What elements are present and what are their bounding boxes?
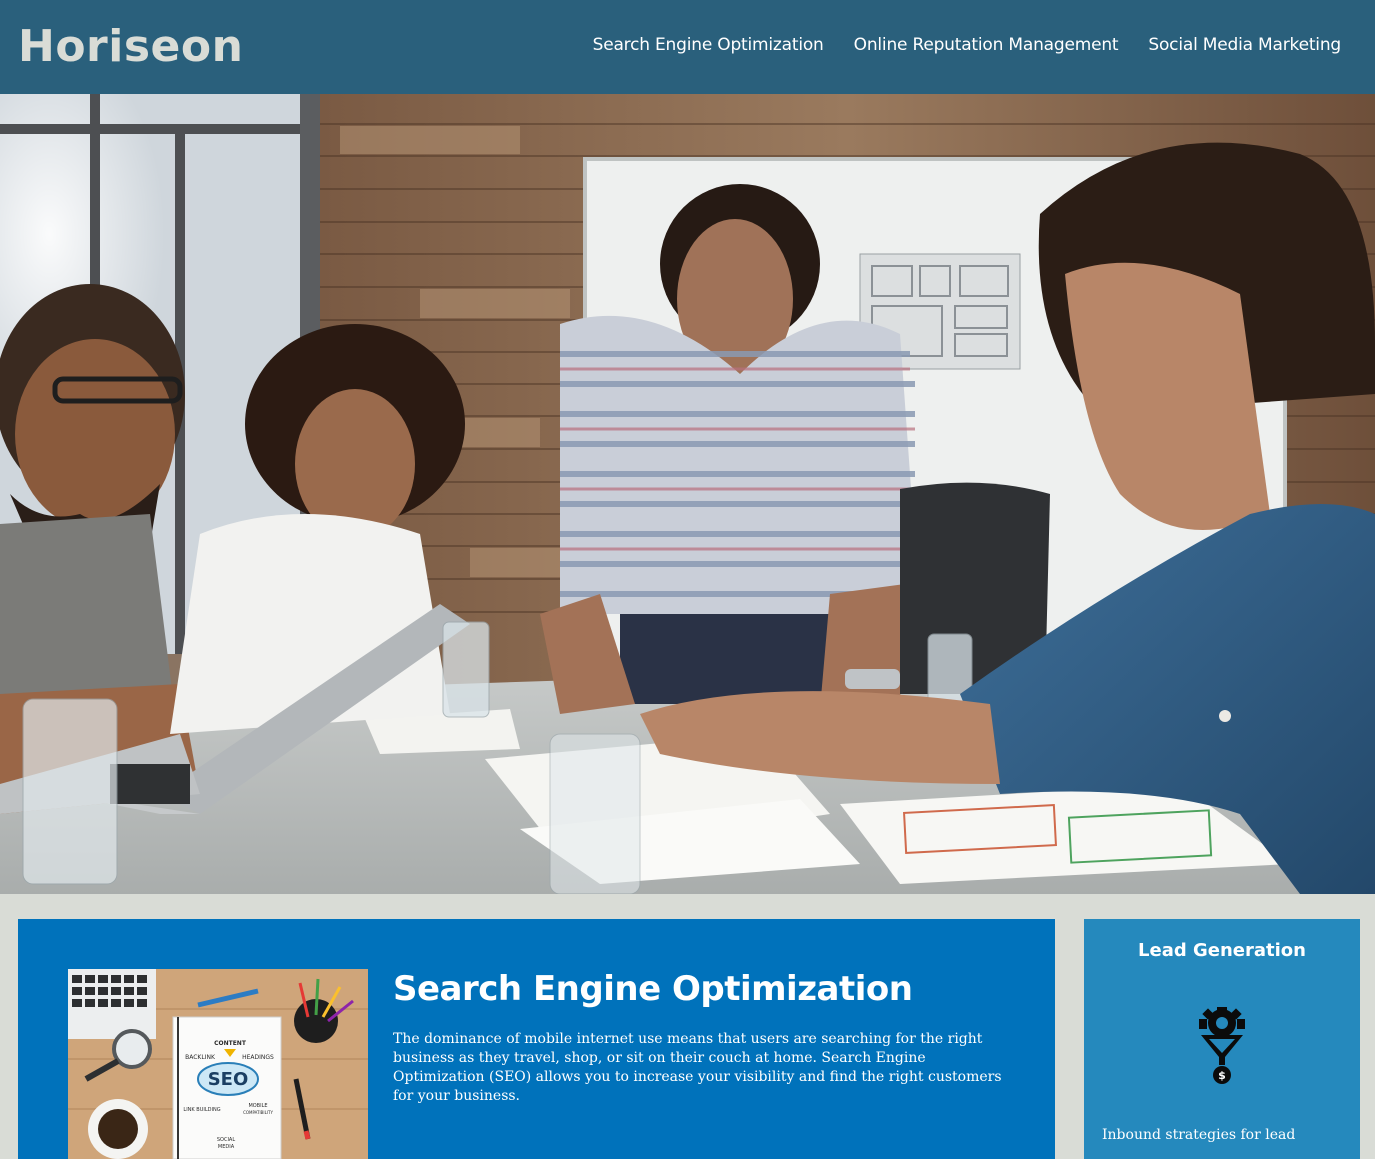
hero-image (0, 94, 1375, 894)
seo-image-word-backlink: BACKLINK (185, 1054, 216, 1061)
site-logo[interactable]: Horiseon (18, 21, 243, 72)
seo-heading: Search Engine Optimization (393, 969, 913, 1009)
nav-link-seo[interactable]: Search Engine Optimization (593, 35, 824, 55)
seo-image-word-seo: SEO (208, 1069, 249, 1090)
nav-link-social-media[interactable]: Social Media Marketing (1148, 35, 1341, 55)
seo-image: SEO CONTENT BACKLINK HEADINGS LINK BUILD… (68, 969, 368, 1159)
seo-section: SEO CONTENT BACKLINK HEADINGS LINK BUILD… (18, 919, 1055, 1159)
lead-generation-text: Inbound strategies for lead (1102, 1127, 1296, 1143)
nav-link-reputation[interactable]: Online Reputation Management (854, 35, 1119, 55)
seo-description: The dominance of mobile internet use mea… (393, 1031, 1002, 1104)
funnel-gear-dollar-icon: $ (1197, 1005, 1247, 1085)
lead-generation-heading: Lead Generation (1138, 940, 1306, 961)
seo-image-word-compat: COMPATIBILITY (243, 1110, 273, 1115)
svg-text:$: $ (1218, 1069, 1226, 1082)
seo-image-word-content: CONTENT (214, 1040, 247, 1047)
seo-image-word-link-building: LINK BUILDING (183, 1107, 220, 1113)
seo-image-word-social: SOCIAL (217, 1137, 235, 1143)
site-header: Horiseon Search Engine Optimization Onli… (0, 0, 1375, 94)
seo-image-word-mobile: MOBILE (248, 1103, 267, 1109)
main-nav: Search Engine Optimization Online Reputa… (593, 35, 1342, 55)
seo-image-word-media: MEDIA (218, 1144, 235, 1150)
benefits-sidebar: Lead Generation $ Inbound strategies for… (1084, 919, 1360, 1159)
seo-image-word-headings: HEADINGS (242, 1054, 274, 1061)
